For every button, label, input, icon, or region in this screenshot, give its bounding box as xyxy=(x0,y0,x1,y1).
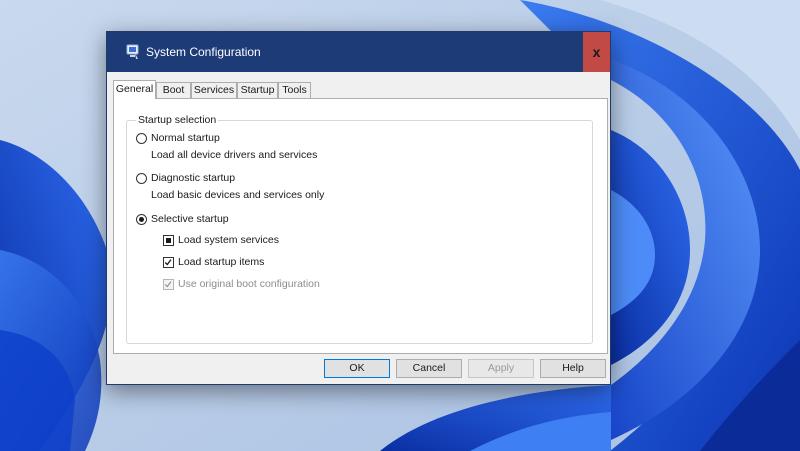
ok-button[interactable]: OK xyxy=(324,359,390,378)
diagnostic-startup-label: Diagnostic startup xyxy=(151,172,236,184)
checkbox-checked-disabled[interactable] xyxy=(163,279,174,290)
general-tab-panel: Startup selection Normal startup Load al… xyxy=(113,98,608,354)
selective-startup-label: Selective startup xyxy=(151,213,229,225)
radio-button[interactable] xyxy=(136,173,147,184)
system-configuration-window: System Configuration x General Boot Serv… xyxy=(106,31,611,385)
diagnostic-startup-radio[interactable]: Diagnostic startup xyxy=(136,172,336,187)
help-button[interactable]: Help xyxy=(540,359,606,378)
load-startup-items-checkbox[interactable]: Load startup items xyxy=(163,256,363,271)
checkbox-indeterminate[interactable] xyxy=(163,235,174,246)
checkmark-icon xyxy=(164,259,172,266)
radio-button[interactable] xyxy=(136,133,147,144)
tab-services[interactable]: Services xyxy=(191,82,237,98)
normal-startup-label: Normal startup xyxy=(151,132,220,144)
close-button[interactable]: x xyxy=(583,32,610,72)
title-bar[interactable]: System Configuration x xyxy=(107,32,610,72)
radio-button-selected[interactable] xyxy=(136,214,147,225)
selective-startup-radio[interactable]: Selective startup xyxy=(136,213,336,228)
load-startup-items-label: Load startup items xyxy=(178,256,265,268)
diagnostic-startup-description: Load basic devices and services only xyxy=(151,189,325,201)
tab-startup[interactable]: Startup xyxy=(237,82,278,98)
cancel-button[interactable]: Cancel xyxy=(396,359,462,378)
window-title: System Configuration xyxy=(146,45,261,59)
tab-boot[interactable]: Boot xyxy=(156,82,191,98)
close-icon: x xyxy=(592,44,601,60)
load-system-services-checkbox[interactable]: Load system services xyxy=(163,234,363,249)
normal-startup-radio[interactable]: Normal startup xyxy=(136,132,336,147)
normal-startup-description: Load all device drivers and services xyxy=(151,149,318,161)
use-original-boot-checkbox[interactable]: Use original boot configuration xyxy=(163,278,383,293)
tab-tools[interactable]: Tools xyxy=(278,82,311,98)
use-original-boot-label: Use original boot configuration xyxy=(178,278,320,290)
radio-dot-icon xyxy=(139,217,144,222)
indeterminate-square-icon xyxy=(166,238,171,243)
load-system-services-label: Load system services xyxy=(178,234,279,246)
checkmark-icon xyxy=(164,281,172,288)
tab-general[interactable]: General xyxy=(113,80,156,99)
startup-selection-group: Startup selection Normal startup Load al… xyxy=(126,114,593,344)
apply-button[interactable]: Apply xyxy=(468,359,534,378)
checkbox-checked[interactable] xyxy=(163,257,174,268)
group-label: Startup selection xyxy=(136,114,219,126)
msconfig-icon xyxy=(126,44,139,59)
